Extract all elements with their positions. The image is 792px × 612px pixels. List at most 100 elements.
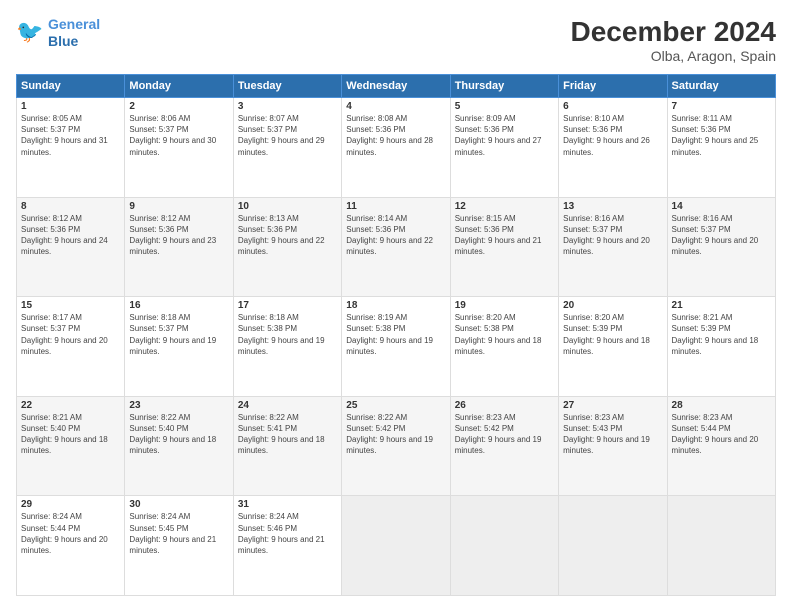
day-info: Sunrise: 8:18 AMSunset: 5:38 PMDaylight:… xyxy=(238,312,337,357)
day-info: Sunrise: 8:22 AMSunset: 5:42 PMDaylight:… xyxy=(346,412,445,457)
calendar-cell xyxy=(667,496,775,596)
day-info: Sunrise: 8:11 AMSunset: 5:36 PMDaylight:… xyxy=(672,113,771,158)
calendar-week-row: 15Sunrise: 8:17 AMSunset: 5:37 PMDayligh… xyxy=(17,297,776,397)
calendar-cell: 31Sunrise: 8:24 AMSunset: 5:46 PMDayligh… xyxy=(233,496,341,596)
calendar-cell: 16Sunrise: 8:18 AMSunset: 5:37 PMDayligh… xyxy=(125,297,233,397)
calendar-cell: 8Sunrise: 8:12 AMSunset: 5:36 PMDaylight… xyxy=(17,197,125,297)
day-number: 22 xyxy=(21,400,120,411)
svg-text:🐦: 🐦 xyxy=(16,19,43,44)
day-info: Sunrise: 8:20 AMSunset: 5:39 PMDaylight:… xyxy=(563,312,662,357)
calendar-cell: 29Sunrise: 8:24 AMSunset: 5:44 PMDayligh… xyxy=(17,496,125,596)
calendar-body: 1Sunrise: 8:05 AMSunset: 5:37 PMDaylight… xyxy=(17,98,776,596)
calendar-week-row: 29Sunrise: 8:24 AMSunset: 5:44 PMDayligh… xyxy=(17,496,776,596)
calendar-cell: 17Sunrise: 8:18 AMSunset: 5:38 PMDayligh… xyxy=(233,297,341,397)
logo-blue: Blue xyxy=(48,33,100,50)
calendar-cell: 4Sunrise: 8:08 AMSunset: 5:36 PMDaylight… xyxy=(342,98,450,198)
day-number: 28 xyxy=(672,400,771,411)
day-info: Sunrise: 8:16 AMSunset: 5:37 PMDaylight:… xyxy=(563,213,662,258)
calendar-cell: 18Sunrise: 8:19 AMSunset: 5:38 PMDayligh… xyxy=(342,297,450,397)
day-number: 29 xyxy=(21,499,120,510)
calendar-cell: 2Sunrise: 8:06 AMSunset: 5:37 PMDaylight… xyxy=(125,98,233,198)
calendar-cell: 20Sunrise: 8:20 AMSunset: 5:39 PMDayligh… xyxy=(559,297,667,397)
day-info: Sunrise: 8:08 AMSunset: 5:36 PMDaylight:… xyxy=(346,113,445,158)
day-number: 11 xyxy=(346,201,445,212)
page: 🐦 General Blue December 2024 Olba, Arago… xyxy=(0,0,792,612)
calendar-week-row: 1Sunrise: 8:05 AMSunset: 5:37 PMDaylight… xyxy=(17,98,776,198)
day-number: 30 xyxy=(129,499,228,510)
day-info: Sunrise: 8:21 AMSunset: 5:40 PMDaylight:… xyxy=(21,412,120,457)
calendar-cell: 23Sunrise: 8:22 AMSunset: 5:40 PMDayligh… xyxy=(125,396,233,496)
calendar-cell xyxy=(342,496,450,596)
calendar-cell: 21Sunrise: 8:21 AMSunset: 5:39 PMDayligh… xyxy=(667,297,775,397)
day-info: Sunrise: 8:21 AMSunset: 5:39 PMDaylight:… xyxy=(672,312,771,357)
calendar-cell: 25Sunrise: 8:22 AMSunset: 5:42 PMDayligh… xyxy=(342,396,450,496)
day-info: Sunrise: 8:20 AMSunset: 5:38 PMDaylight:… xyxy=(455,312,554,357)
calendar-header-cell: Monday xyxy=(125,75,233,98)
calendar-cell: 1Sunrise: 8:05 AMSunset: 5:37 PMDaylight… xyxy=(17,98,125,198)
calendar-week-row: 22Sunrise: 8:21 AMSunset: 5:40 PMDayligh… xyxy=(17,396,776,496)
calendar-table: SundayMondayTuesdayWednesdayThursdayFrid… xyxy=(16,74,776,596)
day-info: Sunrise: 8:07 AMSunset: 5:37 PMDaylight:… xyxy=(238,113,337,158)
day-info: Sunrise: 8:16 AMSunset: 5:37 PMDaylight:… xyxy=(672,213,771,258)
day-info: Sunrise: 8:24 AMSunset: 5:45 PMDaylight:… xyxy=(129,511,228,556)
day-number: 26 xyxy=(455,400,554,411)
day-number: 4 xyxy=(346,101,445,112)
calendar-cell: 19Sunrise: 8:20 AMSunset: 5:38 PMDayligh… xyxy=(450,297,558,397)
calendar-cell xyxy=(559,496,667,596)
day-number: 9 xyxy=(129,201,228,212)
calendar-cell: 14Sunrise: 8:16 AMSunset: 5:37 PMDayligh… xyxy=(667,197,775,297)
day-info: Sunrise: 8:09 AMSunset: 5:36 PMDaylight:… xyxy=(455,113,554,158)
day-number: 15 xyxy=(21,300,120,311)
day-number: 1 xyxy=(21,101,120,112)
day-number: 24 xyxy=(238,400,337,411)
day-number: 14 xyxy=(672,201,771,212)
calendar-cell: 27Sunrise: 8:23 AMSunset: 5:43 PMDayligh… xyxy=(559,396,667,496)
day-info: Sunrise: 8:22 AMSunset: 5:41 PMDaylight:… xyxy=(238,412,337,457)
calendar-header-cell: Wednesday xyxy=(342,75,450,98)
day-info: Sunrise: 8:12 AMSunset: 5:36 PMDaylight:… xyxy=(21,213,120,258)
day-info: Sunrise: 8:12 AMSunset: 5:36 PMDaylight:… xyxy=(129,213,228,258)
calendar-cell: 11Sunrise: 8:14 AMSunset: 5:36 PMDayligh… xyxy=(342,197,450,297)
day-number: 27 xyxy=(563,400,662,411)
day-info: Sunrise: 8:05 AMSunset: 5:37 PMDaylight:… xyxy=(21,113,120,158)
calendar-header-cell: Friday xyxy=(559,75,667,98)
day-info: Sunrise: 8:23 AMSunset: 5:42 PMDaylight:… xyxy=(455,412,554,457)
calendar-cell: 12Sunrise: 8:15 AMSunset: 5:36 PMDayligh… xyxy=(450,197,558,297)
calendar-cell: 10Sunrise: 8:13 AMSunset: 5:36 PMDayligh… xyxy=(233,197,341,297)
day-number: 16 xyxy=(129,300,228,311)
calendar-cell: 9Sunrise: 8:12 AMSunset: 5:36 PMDaylight… xyxy=(125,197,233,297)
day-number: 20 xyxy=(563,300,662,311)
day-info: Sunrise: 8:19 AMSunset: 5:38 PMDaylight:… xyxy=(346,312,445,357)
day-number: 13 xyxy=(563,201,662,212)
title-block: December 2024 Olba, Aragon, Spain xyxy=(571,16,776,64)
day-info: Sunrise: 8:06 AMSunset: 5:37 PMDaylight:… xyxy=(129,113,228,158)
calendar-header-cell: Tuesday xyxy=(233,75,341,98)
calendar-header-cell: Saturday xyxy=(667,75,775,98)
calendar-cell: 30Sunrise: 8:24 AMSunset: 5:45 PMDayligh… xyxy=(125,496,233,596)
day-info: Sunrise: 8:17 AMSunset: 5:37 PMDaylight:… xyxy=(21,312,120,357)
calendar-cell: 28Sunrise: 8:23 AMSunset: 5:44 PMDayligh… xyxy=(667,396,775,496)
logo-general: General xyxy=(48,16,100,32)
calendar-header-cell: Thursday xyxy=(450,75,558,98)
calendar-cell: 3Sunrise: 8:07 AMSunset: 5:37 PMDaylight… xyxy=(233,98,341,198)
logo-text: General Blue xyxy=(48,16,100,50)
day-number: 8 xyxy=(21,201,120,212)
day-number: 25 xyxy=(346,400,445,411)
logo: 🐦 General Blue xyxy=(16,16,100,50)
day-info: Sunrise: 8:24 AMSunset: 5:44 PMDaylight:… xyxy=(21,511,120,556)
header: 🐦 General Blue December 2024 Olba, Arago… xyxy=(16,16,776,64)
day-info: Sunrise: 8:18 AMSunset: 5:37 PMDaylight:… xyxy=(129,312,228,357)
calendar-cell xyxy=(450,496,558,596)
day-info: Sunrise: 8:23 AMSunset: 5:43 PMDaylight:… xyxy=(563,412,662,457)
day-number: 19 xyxy=(455,300,554,311)
day-number: 5 xyxy=(455,101,554,112)
location: Olba, Aragon, Spain xyxy=(571,48,776,64)
logo-bird-icon: 🐦 xyxy=(16,19,44,47)
day-number: 18 xyxy=(346,300,445,311)
day-info: Sunrise: 8:23 AMSunset: 5:44 PMDaylight:… xyxy=(672,412,771,457)
day-info: Sunrise: 8:15 AMSunset: 5:36 PMDaylight:… xyxy=(455,213,554,258)
calendar-cell: 15Sunrise: 8:17 AMSunset: 5:37 PMDayligh… xyxy=(17,297,125,397)
day-number: 6 xyxy=(563,101,662,112)
day-info: Sunrise: 8:22 AMSunset: 5:40 PMDaylight:… xyxy=(129,412,228,457)
day-number: 21 xyxy=(672,300,771,311)
